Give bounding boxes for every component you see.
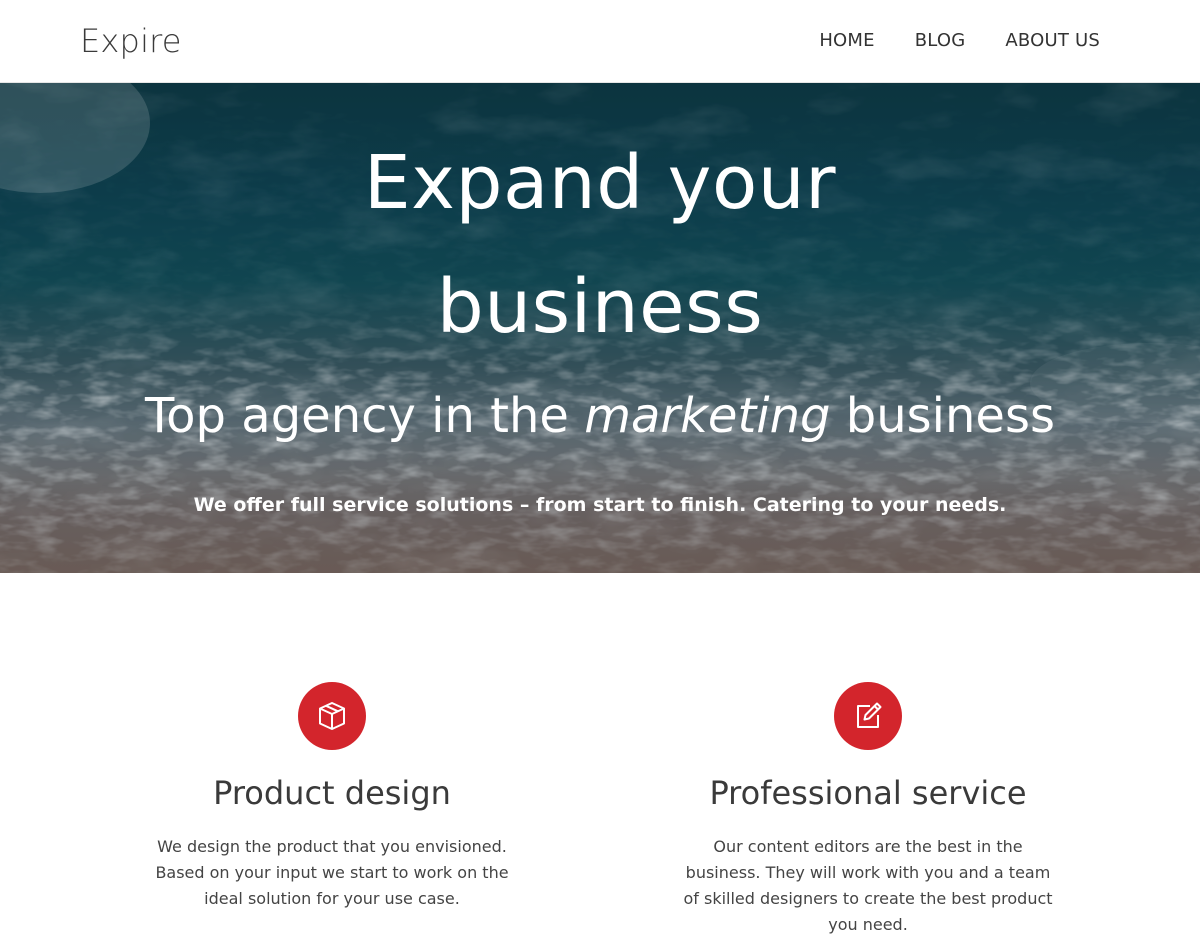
edit-icon: [834, 682, 902, 750]
hero-subtitle-start: Top agency in the: [145, 388, 585, 444]
box-icon: [298, 682, 366, 750]
brand-logo[interactable]: Expire: [80, 22, 182, 60]
main-nav: HOME BLOG ABOUT US: [819, 30, 1100, 51]
site-header: Expire HOME BLOG ABOUT US: [0, 0, 1200, 83]
feature-description: Our content editors are the best in the …: [683, 837, 1053, 934]
hero-title-line-1: Expand your: [363, 140, 837, 226]
nav-home[interactable]: HOME: [819, 30, 874, 51]
feature-title: Product design: [213, 774, 451, 812]
hero-subtitle-end: business: [830, 388, 1055, 444]
hero-title-line-2: business: [436, 264, 764, 350]
feature-description: We design the product that you envisione…: [155, 837, 509, 908]
hero-subtitle: Top agency in the marketing business: [0, 388, 1200, 444]
nav-about-us[interactable]: ABOUT US: [1005, 30, 1100, 51]
hero-title: Expand your business: [0, 121, 1200, 369]
nav-blog[interactable]: BLOG: [915, 30, 966, 51]
feature-title: Professional service: [709, 774, 1027, 812]
hero-subtitle-emphasis: marketing: [584, 388, 831, 444]
hero-tagline: We offer full service solutions – from s…: [193, 494, 1007, 516]
hero-banner: Expand your business Top agency in the m…: [0, 83, 1200, 573]
feature-product-design: Product design We design the product tha…: [122, 682, 542, 912]
